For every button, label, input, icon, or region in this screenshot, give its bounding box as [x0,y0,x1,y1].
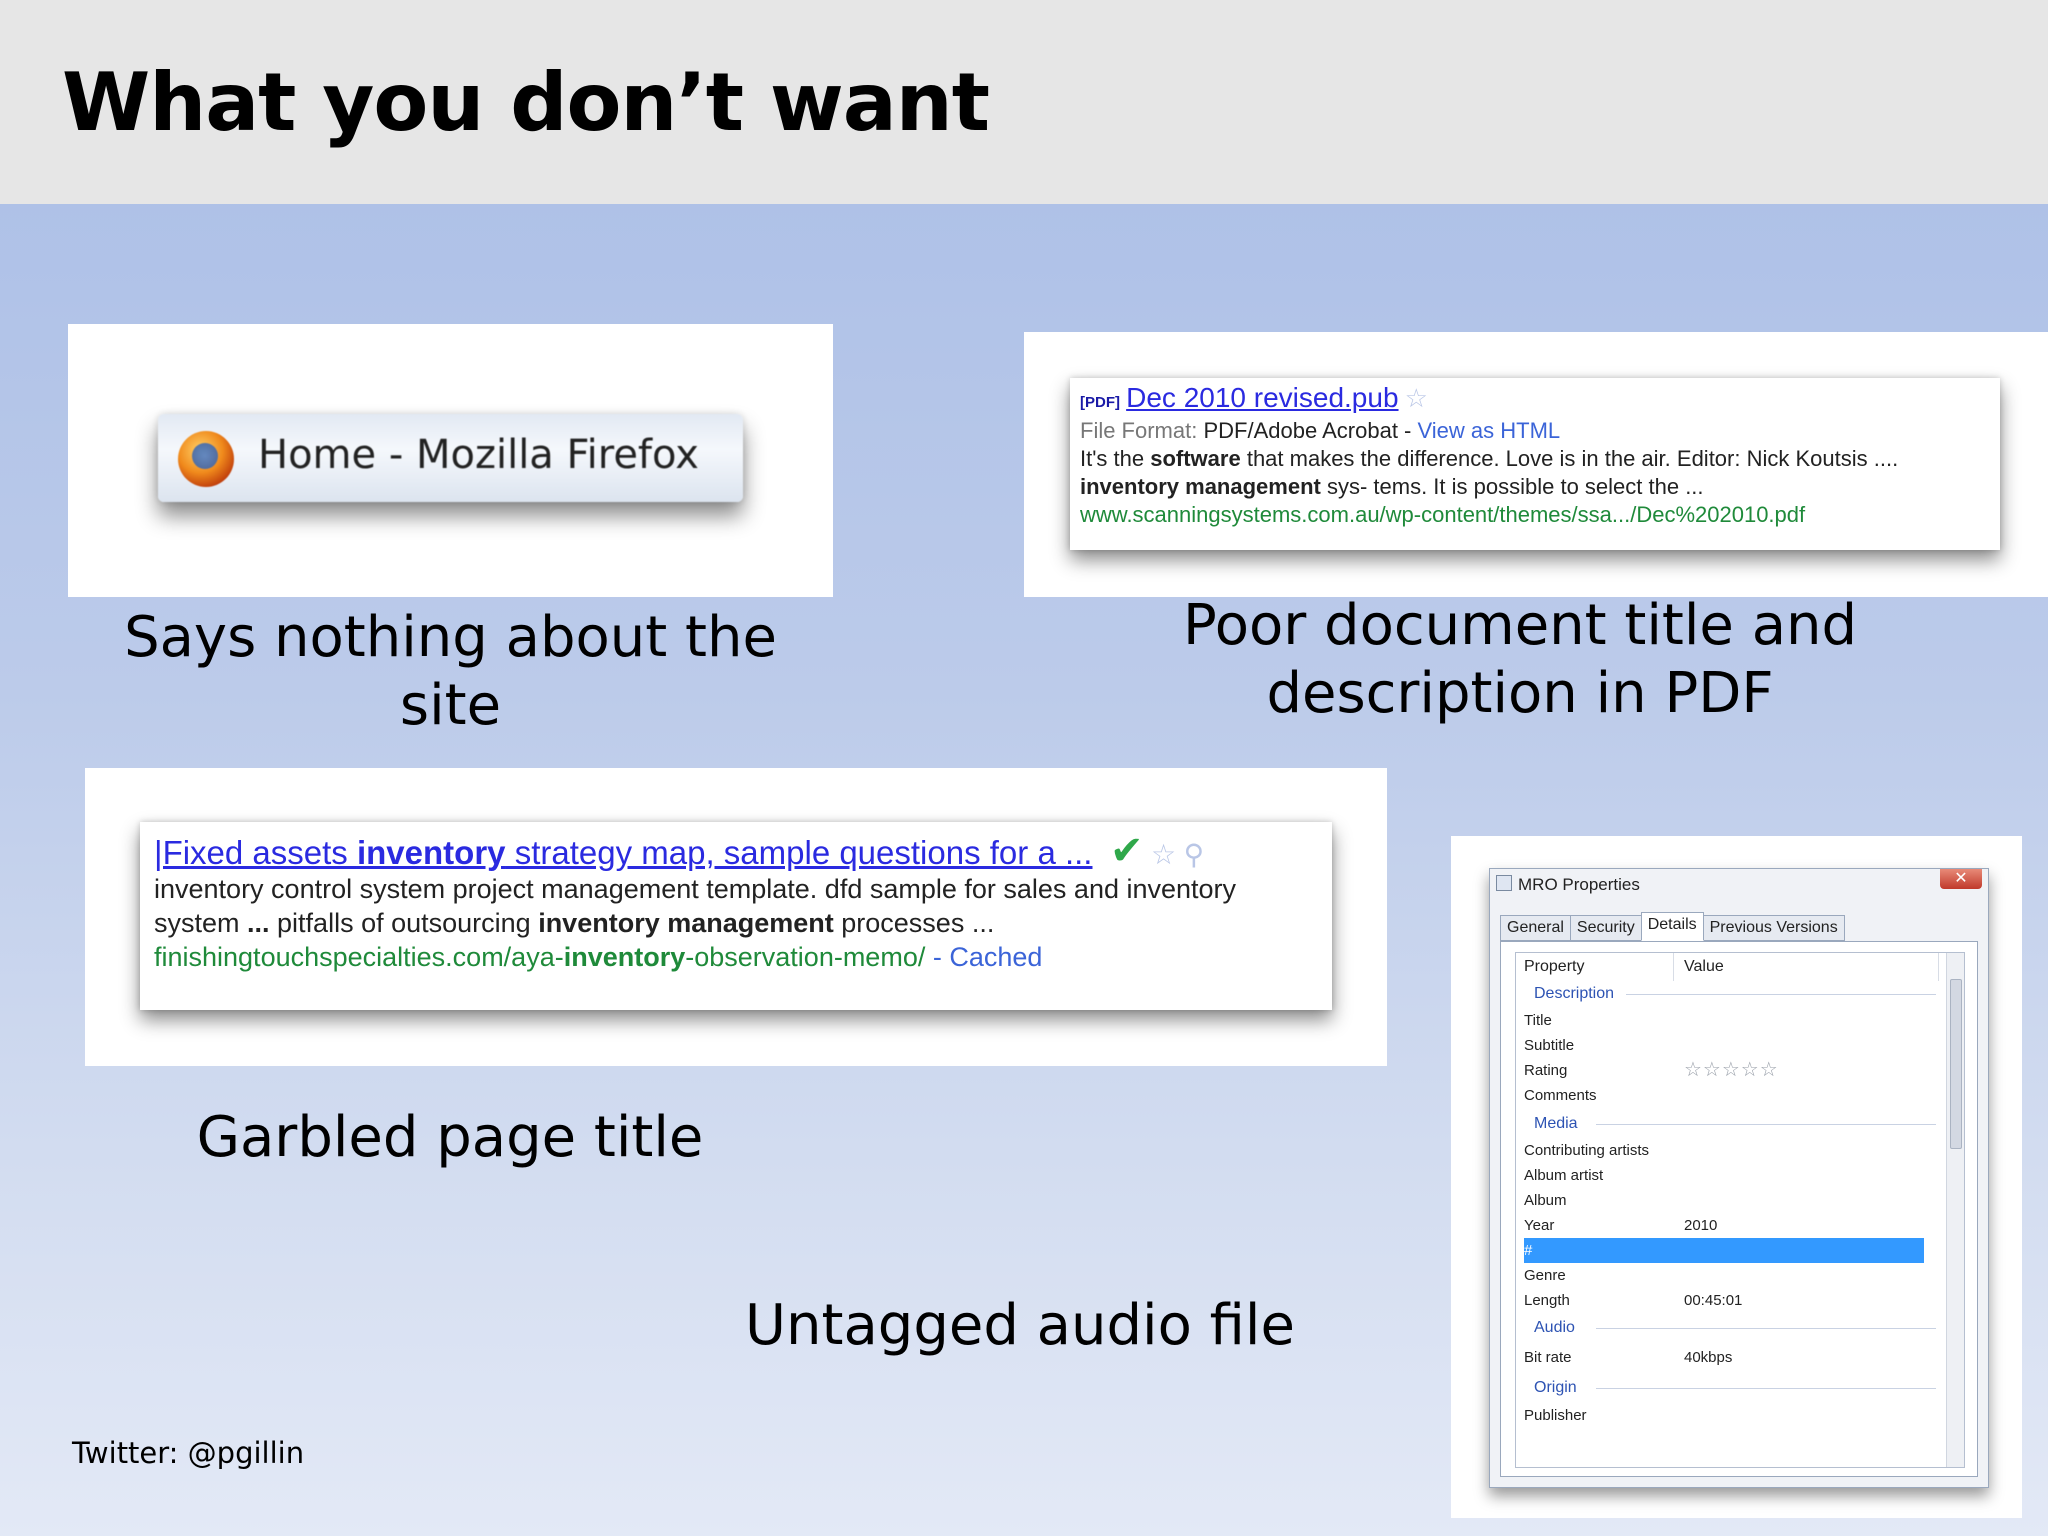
checkmark-icon: ✔ [1110,829,1144,873]
view-as-html-link[interactable]: View as HTML [1418,418,1561,443]
caption-audio: Untagged audio file [745,1293,1295,1358]
garbled-snippet-line-2: system ... pitfalls of outsourcing inven… [154,908,995,938]
properties-window: MRO Properties ✕ General Security Details P… [1489,868,1989,1488]
caption-garbled: Garbled page title [196,1105,704,1170]
firefox-logo-icon [178,431,234,487]
caption-firefox: Says nothing about the site [124,605,777,738]
prop-subtitle[interactable]: Subtitle [1524,1033,1574,1058]
garbled-result-url: finishingtouchspecialties.com/aya-invent… [154,942,1043,972]
tab-strip: General Security Details Previous Versions [1500,912,1845,941]
group-origin: Origin [1534,1379,1577,1396]
pdf-file-format-line: File Format: PDF/Adobe Acrobat - View as… [1080,418,1561,443]
prop-length[interactable]: Length 00:45:01 [1524,1288,1742,1313]
group-audio: Audio [1534,1319,1575,1336]
pdf-tag: [PDF] [1080,394,1120,411]
garbled-title-link[interactable]: |Fixed assets inventory strategy map, sa… [154,834,1092,871]
caption-pdf: Poor document title and description in P… [1182,593,1858,726]
column-header-value[interactable]: Value [1684,953,1939,981]
group-description: Description [1534,985,1615,1002]
scroll-thumb[interactable] [1950,979,1962,1149]
property-grid: Property Value Description Title Subtitl… [1515,952,1965,1468]
group-rule [1596,1388,1936,1389]
window-title: MRO Properties [1518,875,1640,894]
prop-year[interactable]: Year 2010 [1524,1213,1717,1238]
prop-rating[interactable]: Rating ☆☆☆☆☆ [1524,1058,1778,1083]
group-rule [1596,1124,1936,1125]
slide-title: What you don’t want [62,56,990,149]
column-header-property[interactable]: Property [1524,953,1674,981]
tab-details[interactable]: Details [1640,912,1704,941]
firefox-tab-label: Home - Mozilla Firefox [258,432,699,478]
file-icon [1496,875,1512,891]
garbled-snippet-line-1: inventory control system project managem… [154,874,1237,904]
footer-twitter-handle: Twitter: @pgillin [72,1436,305,1470]
firefox-tab-panel: Home - Mozilla Firefox [68,324,833,597]
rating-stars-icon[interactable]: ☆☆☆☆☆ [1684,1058,1779,1083]
prop-track-selected[interactable]: # [1524,1238,1924,1263]
pdf-snippet-line-2: inventory management sys- tems. It is po… [1080,474,1704,499]
scrollbar[interactable] [1946,953,1964,1467]
tab-previous-versions[interactable]: Previous Versions [1702,915,1845,941]
group-media: Media [1534,1115,1578,1132]
tab-security[interactable]: Security [1569,915,1642,941]
prop-comments[interactable]: Comments [1524,1083,1597,1108]
magnifier-icon[interactable]: ⚲ [1184,839,1205,870]
prop-album[interactable]: Album [1524,1188,1567,1213]
pdf-search-result: [PDF] Dec 2010 revised.pub ☆ File Format… [1070,378,2000,550]
tab-general[interactable]: General [1500,915,1571,941]
prop-title[interactable]: Title [1524,1008,1552,1033]
prop-bit-rate[interactable]: Bit rate 40kbps [1524,1345,1732,1370]
pdf-snippet-line-1: It's the software that makes the differe… [1080,446,1899,471]
star-icon[interactable]: ☆ [1151,839,1176,870]
pdf-result-title-link[interactable]: Dec 2010 revised.pub [1126,382,1398,413]
details-pane: Property Value Description Title Subtitl… [1500,941,1978,1477]
pdf-result-panel: [PDF] Dec 2010 revised.pub ☆ File Format… [1024,332,2048,597]
close-button[interactable]: ✕ [1940,869,1982,889]
prop-publisher[interactable]: Publisher [1524,1403,1587,1428]
properties-panel: MRO Properties ✕ General Security Details P… [1451,836,2022,1518]
cached-link[interactable]: Cached [949,942,1042,972]
group-rule [1596,1328,1936,1329]
garbled-search-result: |Fixed assets inventory strategy map, sa… [140,822,1332,1010]
prop-contributing-artists[interactable]: Contributing artists [1524,1138,1649,1163]
pdf-result-url[interactable]: www.scanningsystems.com.au/wp-content/th… [1080,501,1990,529]
garbled-result-panel: |Fixed assets inventory strategy map, sa… [85,768,1387,1066]
firefox-window-tab[interactable]: Home - Mozilla Firefox [158,414,743,502]
prop-album-artist[interactable]: Album artist [1524,1163,1603,1188]
star-icon[interactable]: ☆ [1405,383,1428,413]
garbled-title-line: |Fixed assets inventory strategy map, sa… [154,831,1318,872]
pdf-result-title-line: [PDF] Dec 2010 revised.pub ☆ [1080,384,1990,417]
prop-genre[interactable]: Genre [1524,1263,1566,1288]
group-rule [1626,994,1936,995]
